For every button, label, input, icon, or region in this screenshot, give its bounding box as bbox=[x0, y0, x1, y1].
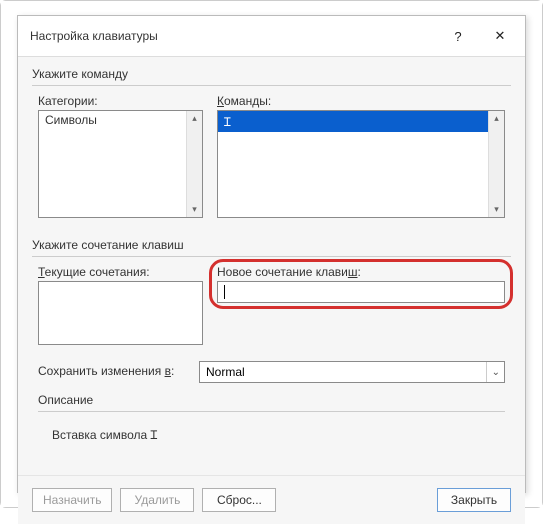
section-command-label: Укажите команду bbox=[32, 67, 511, 81]
chevron-down-icon: ⌄ bbox=[486, 362, 500, 382]
keyboard-customize-dialog: Настройка клавиатуры ? ✕ Укажите команду… bbox=[17, 15, 526, 493]
close-icon[interactable]: ✕ bbox=[479, 24, 521, 48]
new-shortcut-label: Новое сочетание клавиш: bbox=[217, 265, 505, 279]
titlebar: Настройка клавиатуры ? ✕ bbox=[18, 16, 525, 57]
assign-button[interactable]: Назначить bbox=[32, 488, 112, 512]
window-title: Настройка клавиатуры bbox=[30, 29, 437, 43]
dialog-content: Укажите команду Категории: Символы ▴▾ bbox=[18, 57, 525, 475]
categories-listbox[interactable]: Символы ▴▾ bbox=[38, 110, 203, 218]
categories-label: Категории: bbox=[38, 94, 203, 108]
scrollbar[interactable]: ▴▾ bbox=[186, 111, 202, 217]
current-shortcuts-listbox[interactable] bbox=[38, 281, 203, 345]
save-changes-combo[interactable]: Normal ⌄ bbox=[199, 361, 505, 383]
scrollbar[interactable]: ▴▾ bbox=[488, 111, 504, 217]
description-heading: Описание bbox=[38, 393, 505, 407]
save-changes-value: Normal bbox=[206, 365, 245, 379]
new-shortcut-input[interactable] bbox=[217, 281, 505, 303]
reset-button[interactable]: Сброс... bbox=[202, 488, 276, 512]
save-changes-label: Сохранить изменения в: bbox=[38, 364, 193, 378]
delete-button[interactable]: Удалить bbox=[120, 488, 194, 512]
list-item[interactable]: Символы bbox=[39, 111, 202, 129]
commands-listbox[interactable]: Ɪ ▴▾ bbox=[217, 110, 505, 218]
close-button[interactable]: Закрыть bbox=[437, 488, 511, 512]
help-icon[interactable]: ? bbox=[437, 24, 479, 48]
list-item[interactable]: Ɪ bbox=[218, 111, 504, 132]
current-shortcuts-label: Текущие сочетания: bbox=[38, 265, 203, 279]
section-shortcut-label: Укажите сочетание клавиш bbox=[32, 238, 511, 252]
commands-label: Команды: bbox=[217, 94, 505, 108]
button-row: Назначить Удалить Сброс... Закрыть bbox=[18, 475, 525, 524]
section-command: Категории: Символы ▴▾ Команды: Ɪ bbox=[32, 85, 511, 228]
section-shortcut: Текущие сочетания: Новое сочетание клави… bbox=[32, 256, 511, 463]
description-text: Вставка символа Ɪ bbox=[44, 420, 499, 443]
